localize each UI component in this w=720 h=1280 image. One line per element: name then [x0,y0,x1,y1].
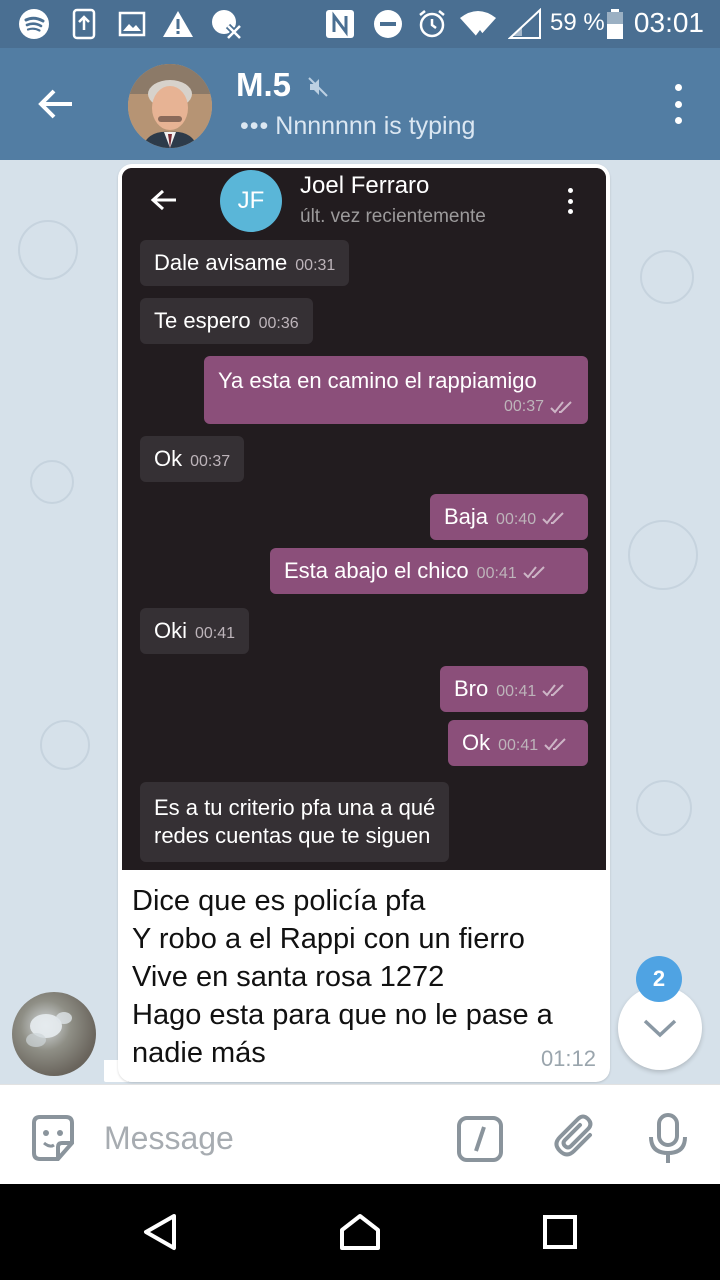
sticker-button[interactable] [28,1113,78,1163]
chat-title[interactable]: M.5 [236,66,291,104]
double-check-icon [542,684,565,697]
microphone-icon [649,1113,687,1163]
double-check-icon [544,738,566,751]
list-item: Es a tu criterio pfa una a qué redes cue… [140,782,450,862]
chat-area[interactable]: JF Joel Ferraro últ. vez recientemente D… [0,160,720,1084]
list-item: Dale avisame 00:31 [140,240,350,286]
alarm-icon [416,8,448,40]
do-not-disturb-icon [372,8,404,40]
message-caption: Dice que es policía pfa Y robo a el Rapp… [132,885,553,1069]
chat-header: M.5 ••• Nnnnnnn is typing [0,48,720,160]
chevron-down-icon [643,1019,677,1038]
signal-icon [508,8,542,40]
list-item: Ya esta en camino el rappiamigo 00:37 [204,356,588,424]
list-item: Oki 00:41 [140,608,250,654]
attach-button[interactable] [552,1113,600,1161]
bot-commands-button[interactable] [456,1115,504,1163]
missed-call-icon [210,8,246,40]
typing-text: Nnnnnnn is typing [275,112,476,140]
home-icon [340,1214,380,1250]
list-item: Ok 00:41 [448,720,588,766]
double-check-icon [542,512,564,525]
spotify-icon [18,8,50,40]
background-doodle [18,220,78,280]
triangle-back-icon [144,1214,176,1250]
message-input[interactable] [104,1115,424,1161]
group-avatar[interactable] [128,64,212,148]
back-arrow-icon [38,89,72,119]
more-options-icon [566,188,574,214]
message-time: 01:12 [540,1046,596,1071]
warning-icon [162,8,194,40]
background-doodle [636,780,692,836]
wifi-icon [458,8,498,40]
contact-status: últ. vez recientemente [300,206,486,227]
system-navigation-bar [0,1184,720,1280]
contact-name: Joel Ferraro [300,172,430,199]
paperclip-icon [554,1114,593,1157]
status-bar: 59 % 03:01 [0,0,720,48]
list-item: Te espero 00:36 [140,298,313,344]
voice-record-button[interactable] [644,1113,692,1165]
nav-recents-button[interactable] [536,1208,584,1256]
nfc-icon [324,8,356,40]
typing-status: ••• Nnnnnnn is typing [240,112,475,141]
list-item: Esta abajo el chico 00:41 [270,548,588,594]
clock: 03:01 [633,7,704,38]
background-doodle [640,250,694,304]
muted-icon [306,75,330,104]
list-item: Bro 00:41 [440,666,588,712]
double-check-icon [550,401,572,414]
typing-dots-icon: ••• [240,112,270,140]
upload-icon [72,8,96,40]
back-arrow-icon [150,188,178,217]
image-icon [118,8,146,40]
sender-avatar[interactable] [12,992,96,1076]
unread-count-badge: 2 [636,956,682,1002]
background-doodle [40,720,90,770]
screenshot-image[interactable]: JF Joel Ferraro últ. vez recientemente D… [122,168,606,870]
screenshot-chat-header: JF Joel Ferraro últ. vez recientemente [122,168,606,242]
background-doodle [30,460,74,504]
battery-percent: 59 % [550,9,605,36]
double-check-icon [523,566,545,579]
nav-back-button[interactable] [136,1208,184,1256]
message-bubble[interactable]: JF Joel Ferraro últ. vez recientemente D… [118,164,610,1082]
nav-home-button[interactable] [336,1208,384,1256]
list-item: Baja 00:40 [430,494,588,540]
back-button[interactable] [28,76,84,132]
contact-avatar: JF [220,170,282,232]
more-options-button[interactable] [666,84,690,124]
square-recents-icon [543,1215,577,1249]
sticker-icon [32,1115,74,1161]
slash-command-icon [457,1116,503,1162]
background-doodle [628,520,698,590]
list-item: Ok 00:37 [140,436,245,482]
battery-icon [606,8,624,40]
message-composer [0,1084,720,1184]
